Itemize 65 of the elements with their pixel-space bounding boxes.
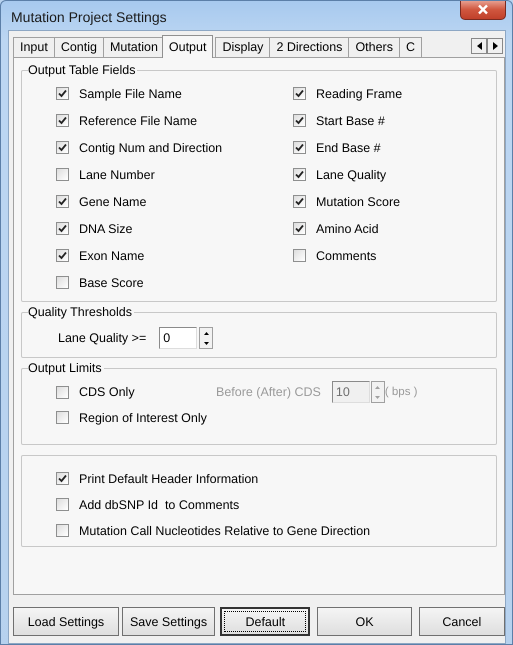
checkbox-label: CDS Only <box>79 385 135 399</box>
checkbox[interactable] <box>56 195 69 208</box>
unit-label: ( bps ) <box>384 386 418 398</box>
tab[interactable]: Display <box>215 37 270 57</box>
window-title: Mutation Project Settings <box>11 8 167 24</box>
checkbox-label: Amino Acid <box>316 222 379 236</box>
checkbox[interactable] <box>56 276 69 289</box>
field-label: Lane Quality >= <box>58 331 146 345</box>
checkbox-label: Base Score <box>79 276 144 290</box>
dialog-button[interactable]: Cancel <box>418 607 505 636</box>
checkbox-label: Mutation Score <box>316 194 400 208</box>
checkbox-label: Lane Quality <box>316 168 386 182</box>
checkbox[interactable] <box>56 222 69 235</box>
tab[interactable]: C <box>398 37 422 57</box>
dialog-button[interactable]: Default <box>220 607 310 636</box>
checkbox[interactable] <box>56 524 69 537</box>
checkbox[interactable] <box>56 141 69 154</box>
dialog-button[interactable]: Load Settings <box>13 607 119 636</box>
checkbox[interactable] <box>293 222 306 235</box>
scroll-left-button[interactable] <box>471 38 487 54</box>
tab[interactable]: Output <box>162 35 214 58</box>
checkbox-label: End Base # <box>316 140 381 154</box>
checkbox[interactable] <box>56 168 69 181</box>
checkbox-label: Region of Interest Only <box>79 410 207 424</box>
left-triangle-icon <box>476 42 482 50</box>
checkbox[interactable] <box>56 87 69 100</box>
group-title: Quality Thresholds <box>28 305 134 319</box>
checkbox[interactable] <box>56 249 69 262</box>
checkbox-label: DNA Size <box>79 222 132 236</box>
checkbox[interactable] <box>56 498 69 511</box>
checkbox-label: Lane Number <box>79 168 155 182</box>
spin-buttons[interactable] <box>199 327 214 349</box>
checkbox[interactable] <box>293 168 306 181</box>
checkbox[interactable] <box>56 114 69 127</box>
number-field[interactable]: 0 <box>159 327 198 349</box>
close-icon <box>477 4 489 15</box>
checkbox[interactable] <box>293 141 306 154</box>
tab[interactable]: Contig <box>54 37 104 57</box>
checkbox-label: Exon Name <box>79 248 144 262</box>
checkbox[interactable] <box>293 195 306 208</box>
checkbox-label: Comments <box>316 248 376 262</box>
checkbox-label: Print Default Header Information <box>79 472 258 486</box>
checkbox[interactable] <box>56 411 69 424</box>
checkbox-label: Sample File Name <box>79 86 182 100</box>
group-title: Output Table Fields <box>28 63 138 77</box>
group-title: Output Limits <box>28 361 104 375</box>
checkbox-label: Start Base # <box>316 114 385 128</box>
checkbox-label: Reading Frame <box>316 86 402 100</box>
checkbox[interactable] <box>293 249 306 262</box>
checkbox-label: Mutation Call Nucleotides Relative to Gene Direction <box>79 524 370 538</box>
field-label: Before (After) CDS <box>216 385 321 399</box>
right-triangle-icon <box>492 42 498 50</box>
checkbox[interactable] <box>56 386 69 398</box>
checkbox[interactable] <box>56 472 69 485</box>
checkbox-label: Reference File Name <box>79 114 198 128</box>
checkbox-label: Contig Num and Direction <box>79 140 222 154</box>
checkbox-label: Gene Name <box>79 194 146 208</box>
close-button[interactable] <box>460 1 506 20</box>
checkbox[interactable] <box>293 114 306 127</box>
dialog-button[interactable]: OK <box>317 607 412 636</box>
scroll-right-button[interactable] <box>487 38 503 54</box>
checkbox[interactable] <box>293 87 306 100</box>
checkbox-label: Add dbSNP Id to Comments <box>79 498 240 512</box>
dialog-button[interactable]: Save Settings <box>122 607 216 636</box>
tab[interactable]: Input <box>13 37 55 57</box>
